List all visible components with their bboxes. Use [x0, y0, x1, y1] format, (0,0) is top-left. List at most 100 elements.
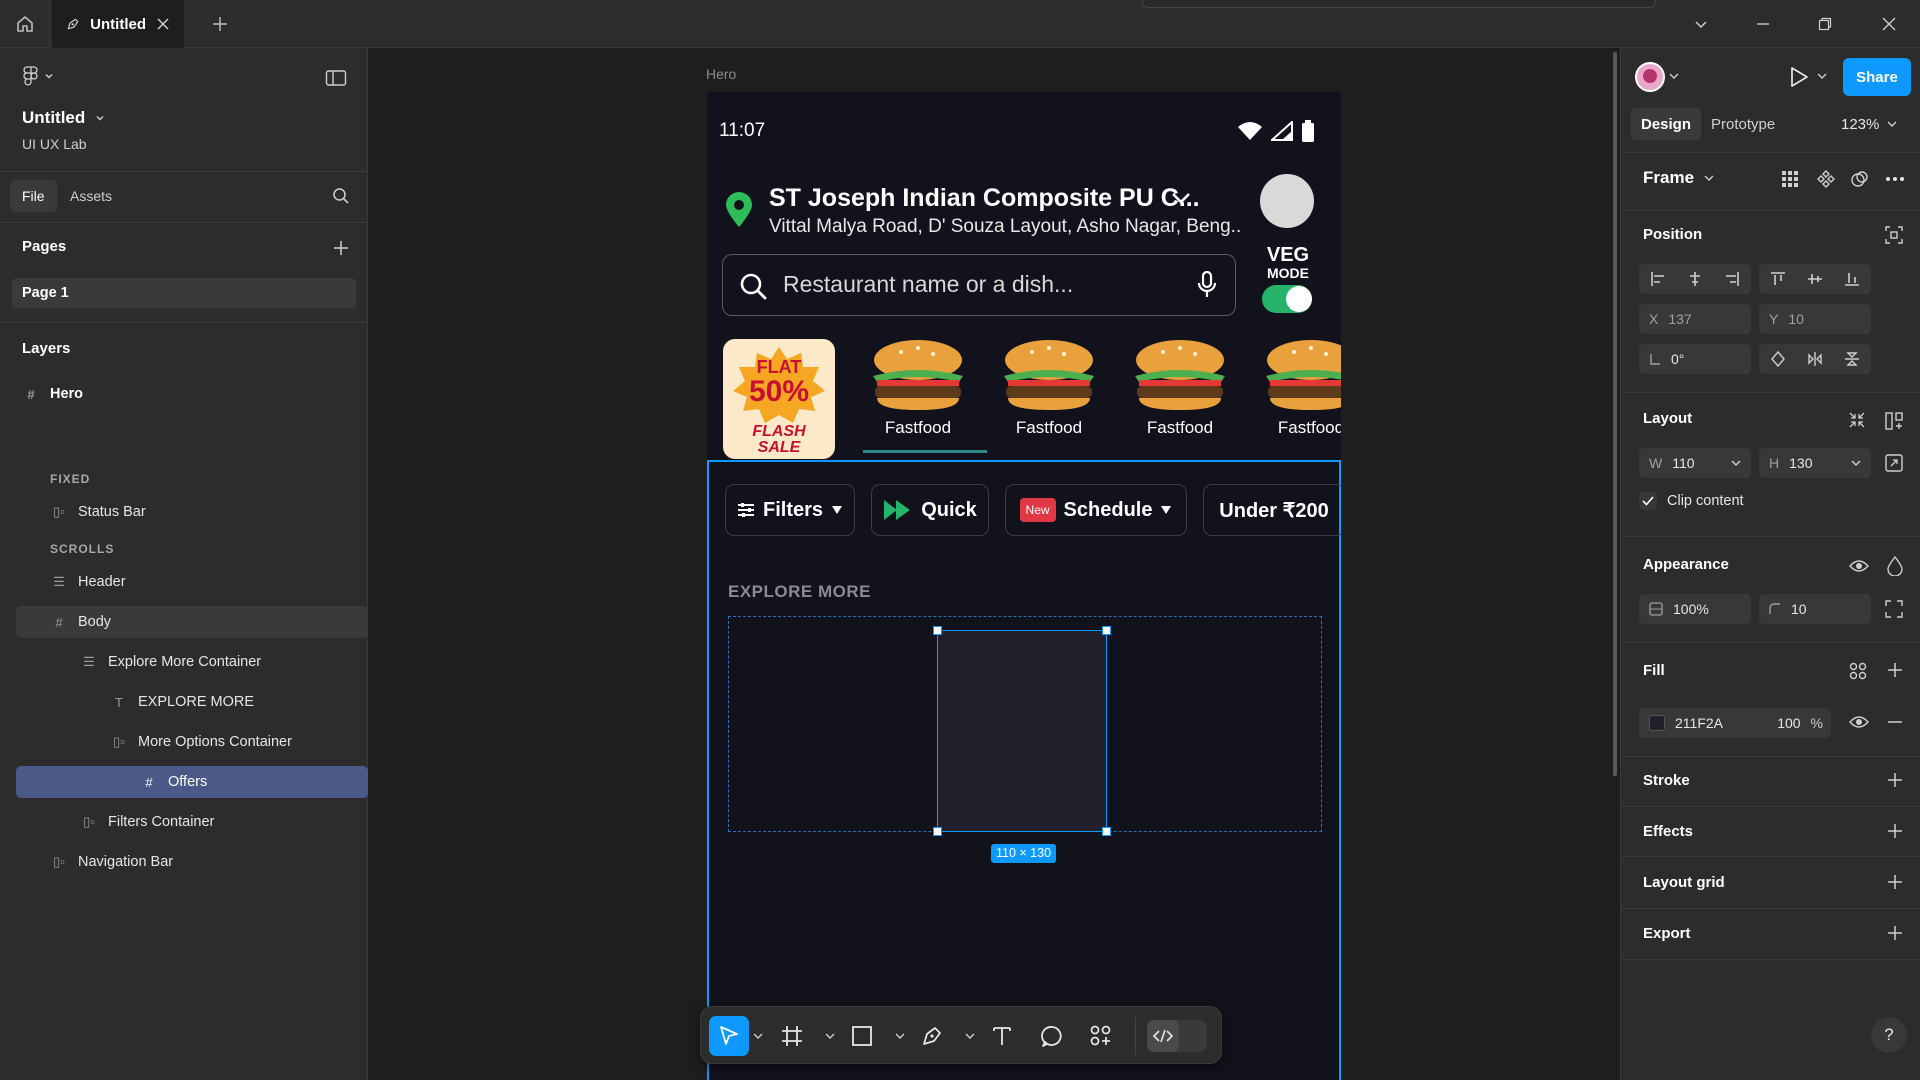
- location-title[interactable]: ST Joseph Indian Composite PU C...: [769, 184, 1200, 213]
- styles-icon[interactable]: [1849, 662, 1867, 680]
- layer-filters-container[interactable]: ▯▫ Filters Container: [16, 806, 368, 838]
- phone-frame-hero[interactable]: 11:07 ST Joseph Indian Composite PU C...…: [707, 92, 1341, 1080]
- close-tab-icon[interactable]: [156, 17, 170, 31]
- close-window-icon[interactable]: [1876, 12, 1902, 36]
- layer-body[interactable]: # Body: [16, 606, 368, 638]
- move-tool-button[interactable]: [709, 1016, 749, 1056]
- align-top-icon[interactable]: [1770, 271, 1786, 287]
- category-item[interactable]: Fastfood: [1256, 338, 1341, 442]
- help-button[interactable]: ?: [1871, 1017, 1907, 1053]
- layer-explore-more-text[interactable]: T EXPLORE MORE: [16, 686, 368, 718]
- align-bottom-icon[interactable]: [1844, 271, 1860, 287]
- page-item-page-1[interactable]: Page 1: [12, 278, 356, 308]
- main-menu-button[interactable]: [22, 66, 54, 86]
- add-export-icon[interactable]: [1887, 925, 1903, 941]
- quick-chip[interactable]: Quick: [871, 484, 989, 536]
- frame-tool-icon[interactable]: [781, 1025, 803, 1047]
- layer-status-bar[interactable]: ▯▫ Status Bar: [16, 496, 368, 528]
- search-icon[interactable]: [329, 184, 353, 208]
- layer-offers[interactable]: # Offers: [16, 766, 368, 798]
- offers-frame-selected[interactable]: [933, 626, 1111, 836]
- chevron-down-icon[interactable]: [825, 1032, 835, 1040]
- under-200-chip[interactable]: Under ₹200: [1203, 484, 1341, 536]
- rectangle-tool-icon[interactable]: [851, 1025, 873, 1047]
- canvas-scrollbar[interactable]: [1613, 52, 1617, 776]
- veg-mode-toggle[interactable]: [1262, 285, 1312, 313]
- pen-tool-icon[interactable]: [921, 1025, 943, 1047]
- rotation-field[interactable]: 0°: [1639, 344, 1751, 374]
- restore-icon[interactable]: [1812, 12, 1838, 36]
- eye-icon[interactable]: [1849, 714, 1869, 730]
- chevron-down-icon[interactable]: [965, 1032, 975, 1040]
- category-item[interactable]: Fastfood: [994, 338, 1104, 442]
- collapse-icon[interactable]: [1849, 412, 1865, 428]
- chevron-down-icon[interactable]: [753, 1032, 763, 1040]
- height-field[interactable]: H 130: [1759, 448, 1871, 478]
- search-input[interactable]: Restaurant name or a dish...: [722, 254, 1236, 316]
- tab-assets[interactable]: Assets: [70, 180, 112, 212]
- file-tab[interactable]: Untitled: [52, 0, 184, 48]
- width-field[interactable]: W 110: [1639, 448, 1751, 478]
- eye-icon[interactable]: [1849, 558, 1869, 574]
- add-fill-icon[interactable]: [1887, 662, 1903, 678]
- auto-layout-icon[interactable]: [1885, 412, 1903, 430]
- canvas[interactable]: Hero 11:07 ST Joseph Indian Composite PU…: [369, 48, 1619, 1080]
- file-name-menu[interactable]: Untitled: [22, 108, 105, 128]
- share-button[interactable]: Share: [1843, 58, 1911, 96]
- schedule-chip[interactable]: New Schedule: [1005, 484, 1187, 536]
- filters-chip[interactable]: Filters: [725, 484, 855, 536]
- flip-horizontal-icon[interactable]: [1807, 351, 1823, 367]
- search-bar-edge[interactable]: [1142, 0, 1656, 8]
- chevron-down-icon[interactable]: [1171, 190, 1191, 206]
- add-stroke-icon[interactable]: [1887, 772, 1903, 788]
- minimize-icon[interactable]: [1750, 12, 1776, 36]
- grid-icon[interactable]: [1781, 170, 1799, 188]
- x-field[interactable]: X 137: [1639, 304, 1751, 334]
- layer-more-options-container[interactable]: ▯▫ More Options Container: [16, 726, 368, 758]
- corner-radius-field[interactable]: 10: [1759, 594, 1871, 624]
- add-page-icon[interactable]: [329, 236, 353, 260]
- layer-header[interactable]: ☰ Header: [16, 566, 368, 598]
- tab-design[interactable]: Design: [1631, 108, 1702, 140]
- category-item[interactable]: Fastfood: [863, 338, 987, 453]
- fill-swatch[interactable]: [1649, 715, 1665, 731]
- new-tab-icon[interactable]: [208, 12, 232, 36]
- text-tool-icon[interactable]: [991, 1025, 1013, 1047]
- chevron-down-icon[interactable]: [1669, 72, 1679, 80]
- resize-handle[interactable]: [933, 827, 942, 836]
- avatar[interactable]: [1635, 62, 1665, 92]
- avatar[interactable]: [1260, 174, 1314, 228]
- microphone-icon[interactable]: [1197, 271, 1217, 299]
- home-button[interactable]: [0, 0, 50, 48]
- resize-handle[interactable]: [1102, 827, 1111, 836]
- add-effect-icon[interactable]: [1887, 823, 1903, 839]
- rotate-icon[interactable]: [1770, 351, 1786, 367]
- frame-label[interactable]: Hero: [706, 66, 736, 82]
- clip-content-checkbox[interactable]: Clip content: [1639, 492, 1744, 510]
- chevron-down-icon[interactable]: [1688, 12, 1714, 36]
- individual-corners-icon[interactable]: [1885, 600, 1903, 618]
- layer-navigation-bar[interactable]: ▯▫ Navigation Bar: [16, 846, 368, 878]
- tab-file[interactable]: File: [10, 180, 57, 212]
- chevron-down-icon[interactable]: [1817, 72, 1827, 80]
- category-item[interactable]: Fastfood: [1125, 338, 1235, 442]
- layer-explore-more-container[interactable]: ☰ Explore More Container: [16, 646, 368, 678]
- resize-handle[interactable]: [933, 626, 942, 635]
- play-icon[interactable]: [1789, 66, 1809, 88]
- resize-to-fit-icon[interactable]: [1885, 454, 1903, 472]
- remove-fill-icon[interactable]: [1887, 714, 1903, 730]
- actions-tool-icon[interactable]: [1089, 1025, 1113, 1047]
- tab-prototype[interactable]: Prototype: [1711, 108, 1775, 140]
- fill-color-field[interactable]: 211F2A 100 %: [1639, 708, 1831, 738]
- dev-mode-toggle[interactable]: [1147, 1020, 1207, 1052]
- chevron-down-icon[interactable]: [895, 1032, 905, 1040]
- align-right-icon[interactable]: [1724, 271, 1740, 287]
- blend-mode-icon[interactable]: [1887, 556, 1903, 576]
- resize-handle[interactable]: [1102, 626, 1111, 635]
- constraints-icon[interactable]: [1885, 226, 1903, 244]
- align-center-h-icon[interactable]: [1687, 271, 1703, 287]
- flash-sale-banner[interactable]: FLAT 50% FLASH SALE: [723, 339, 835, 459]
- align-left-icon[interactable]: [1650, 271, 1666, 287]
- opacity-field[interactable]: 100%: [1639, 594, 1751, 624]
- add-layout-grid-icon[interactable]: [1887, 874, 1903, 890]
